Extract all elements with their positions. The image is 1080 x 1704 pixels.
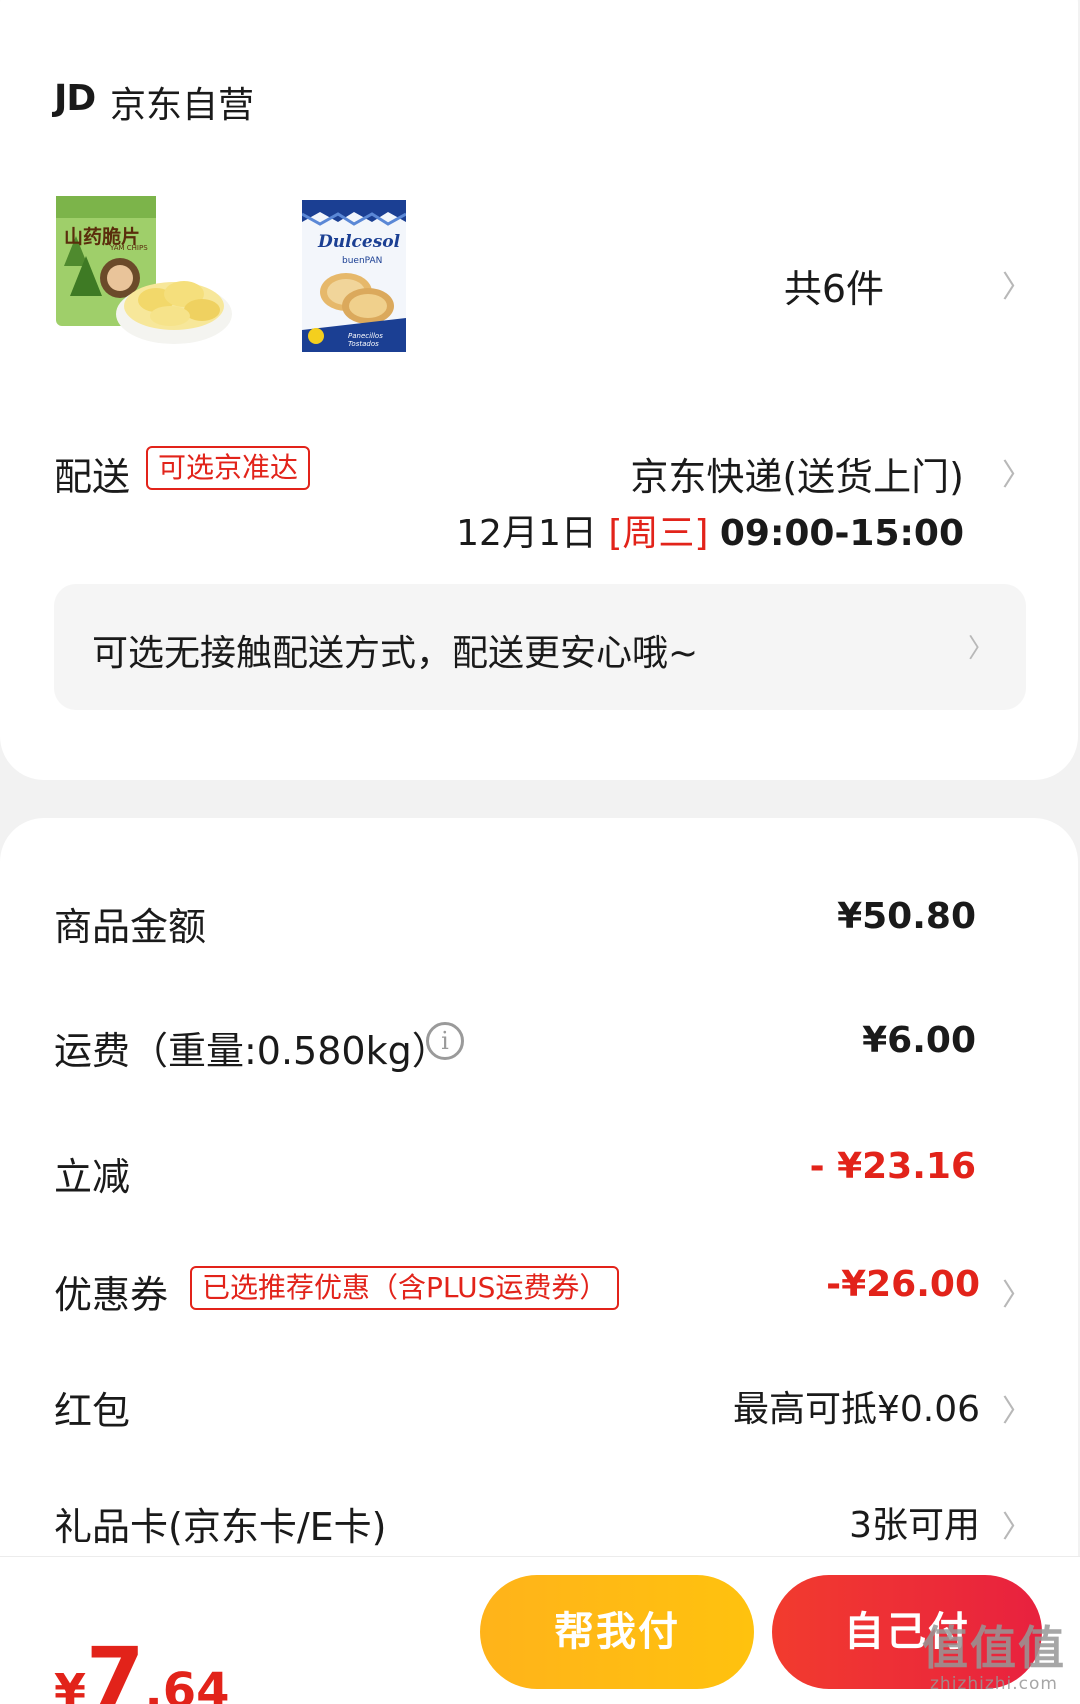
- chevron-right-icon[interactable]: 〉: [1002, 1386, 1032, 1430]
- coupon-value[interactable]: -¥26.00: [826, 1264, 980, 1305]
- total-decimal: .64: [144, 1663, 230, 1704]
- coupon-tag[interactable]: 已选推荐优惠（含PLUS运费券）: [190, 1266, 620, 1310]
- item-count[interactable]: 共6件: [784, 258, 884, 313]
- product-2-note: Panecillos Tostados: [348, 332, 383, 348]
- precise-delivery-tag[interactable]: 可选京准达: [146, 446, 311, 490]
- delivery-weekday: [周三]: [608, 513, 709, 554]
- chevron-right-icon: 〉: [968, 634, 995, 664]
- contactless-delivery-text: 可选无接触配送方式，配送更安心哦~: [92, 633, 699, 674]
- product-2-subtitle: buenPAN: [342, 256, 383, 266]
- jd-logo: JD: [54, 78, 96, 119]
- delivery-date: 12月1日: [456, 513, 597, 554]
- chevron-right-icon[interactable]: 〉: [1002, 1270, 1032, 1314]
- gift-card-value[interactable]: 3张可用: [849, 1496, 980, 1548]
- instant-discount-value: - ¥23.16: [809, 1146, 976, 1187]
- shipping-fee-value: ¥6.00: [862, 1020, 976, 1061]
- delivery-time-row[interactable]: 12月1日 [周三] 09:00-15:00: [456, 504, 964, 556]
- product-thumbnail-dulcesol[interactable]: Dulcesol buenPAN Panecillos Tostados: [301, 200, 407, 352]
- watermark-main: 值值值: [922, 1621, 1066, 1675]
- shop-name: 京东自营: [110, 85, 255, 126]
- help-me-pay-button[interactable]: 帮我付: [480, 1575, 754, 1689]
- goods-amount-value: ¥50.80: [837, 896, 976, 937]
- delivery-method[interactable]: 京东快递(送货上门): [630, 446, 964, 501]
- gift-card-label: 礼品卡(京东卡/E卡): [54, 1505, 387, 1549]
- chevron-right-icon[interactable]: 〉: [1002, 450, 1032, 494]
- red-packet-label: 红包: [54, 1389, 131, 1433]
- watermark: 值值值 zhizhizhi.com: [922, 1612, 1066, 1694]
- goods-amount-label: 商品金额: [54, 905, 207, 949]
- chevron-right-icon[interactable]: 〉: [1002, 262, 1032, 306]
- total-price: ¥7.64: [54, 1629, 230, 1704]
- chevron-right-icon[interactable]: 〉: [1002, 1502, 1032, 1546]
- product-1-subtitle: YAM CHIPS: [110, 244, 148, 252]
- watermark-sub: zhizhizhi.com: [930, 1674, 1058, 1694]
- product-thumbnail-yam-chips[interactable]: 山药脆片 YAM CHIPS: [56, 196, 232, 354]
- shipping-fee-label: 运费（重量:0.580kg）: [54, 1029, 450, 1073]
- contactless-delivery-banner[interactable]: 可选无接触配送方式，配送更安心哦~ 〉: [54, 584, 1026, 710]
- info-icon[interactable]: i: [426, 1022, 464, 1060]
- checkout-bar: ¥7.64 帮我付 自己付 值值值 zhizhizhi.com: [0, 1556, 1080, 1704]
- red-packet-value[interactable]: 最高可抵¥0.06: [733, 1380, 980, 1432]
- delivery-time: 09:00-15:00: [719, 513, 964, 554]
- instant-discount-label: 立减: [54, 1155, 131, 1199]
- product-2-brand: Dulcesol: [318, 232, 401, 252]
- coupon-label: 优惠券: [54, 1273, 169, 1317]
- delivery-label: 配送: [54, 455, 131, 499]
- total-integer: 7: [86, 1629, 145, 1704]
- currency-symbol: ¥: [54, 1664, 87, 1704]
